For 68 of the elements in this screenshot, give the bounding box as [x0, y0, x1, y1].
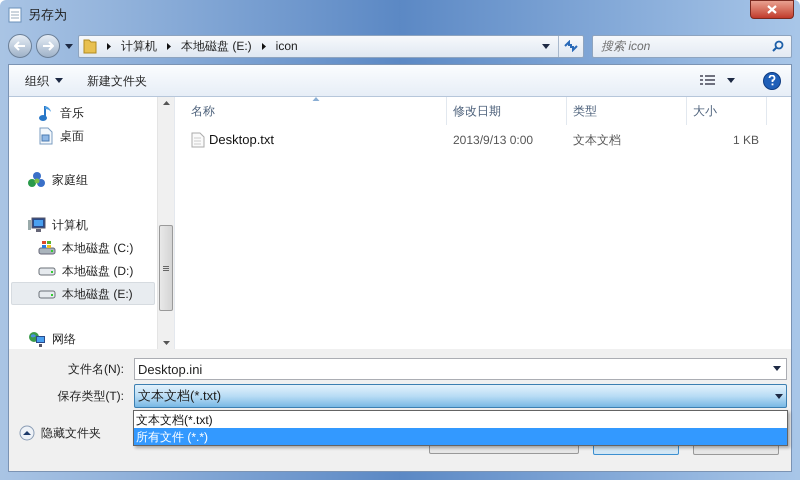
close-icon [767, 4, 777, 14]
save-type-dropdown[interactable]: 文本文档(*.txt) [134, 384, 787, 408]
dropdown-caret-icon [773, 366, 781, 371]
file-name-field[interactable]: Desktop.ini [134, 358, 787, 380]
help-button[interactable] [763, 72, 781, 90]
folder-icon [83, 38, 97, 54]
sidebar-item[interactable]: 音乐 [11, 101, 155, 124]
file-type: 文本文档 [572, 132, 622, 149]
notepad-icon [8, 7, 22, 23]
dropdown-caret-icon [775, 394, 783, 398]
breadcrumb-item[interactable]: 本地磁盘 (E:) [181, 37, 252, 55]
dropdown-option[interactable]: 文本文档(*.txt) [134, 411, 787, 428]
left-arrow-icon [14, 41, 26, 51]
drive-icon [38, 288, 56, 298]
document-icon [38, 126, 54, 144]
sidebar-item[interactable]: 本地磁盘 (E:) [11, 282, 155, 305]
close-button[interactable] [750, 0, 794, 18]
chevron-icon [262, 42, 266, 50]
collapse-icon [19, 425, 35, 441]
sidebar-item[interactable]: 本地磁盘 (C:) [11, 236, 155, 259]
breadcrumb-item[interactable]: 计算机 [121, 37, 157, 55]
grip-icon [163, 266, 169, 270]
breadcrumb-item[interactable]: icon [276, 37, 298, 55]
forward-button[interactable] [36, 34, 60, 58]
sidebar-item[interactable]: 家庭组 [11, 168, 155, 191]
new-folder-button[interactable]: 新建文件夹 [75, 68, 159, 92]
sidebar-item[interactable]: 网络 [11, 327, 155, 350]
column-header[interactable]: 类型 [567, 97, 687, 125]
right-arrow-icon [42, 41, 54, 51]
sidebar-item[interactable]: 本地磁盘 (D:) [11, 259, 155, 282]
chevron-icon [107, 42, 111, 50]
column-header[interactable]: 名称 [185, 97, 447, 125]
file-row[interactable]: Desktop.txt 2013/9/13 0:00 文本文档 1 KB [185, 129, 791, 151]
file-size: 1 KB [732, 132, 760, 149]
column-header[interactable]: 大小 [687, 97, 767, 125]
file-name: Desktop.txt [209, 131, 274, 150]
scroll-up-icon [162, 101, 170, 105]
system-drive-icon [38, 240, 56, 256]
modified-date: 2013/9/13 0:00 [452, 132, 534, 149]
chevron-icon [167, 42, 171, 50]
window-title: 另存为 [28, 6, 67, 24]
scrollbar[interactable] [157, 97, 174, 349]
caret-icon [727, 78, 735, 83]
sidebar-item[interactable]: 桌面 [11, 124, 155, 147]
sort-arrow-icon [312, 97, 319, 101]
address-bar[interactable]: 计算机 本地磁盘 (E:) icon [78, 34, 584, 58]
refresh-icon [564, 40, 578, 52]
list-view-icon [700, 74, 715, 86]
search-field[interactable]: 搜索 icon [592, 34, 792, 58]
column-header[interactable]: 修改日期 [447, 97, 567, 125]
scroll-down-icon [162, 341, 170, 345]
search-icon [772, 40, 784, 52]
organize-menu[interactable]: 组织 [17, 68, 71, 92]
back-button[interactable] [8, 34, 32, 58]
dropdown-caret-icon [542, 44, 550, 48]
caret-icon [55, 78, 63, 83]
homegroup-icon [28, 170, 46, 188]
drive-icon [38, 266, 56, 276]
hide-folders-button[interactable]: 隐藏文件夹 [19, 424, 101, 442]
text-file-icon [191, 132, 205, 148]
scrollbar-thumb[interactable] [159, 225, 173, 311]
file-name-label: 文件名(N): [67, 361, 125, 378]
sidebar-item[interactable]: 计算机 [11, 213, 155, 236]
computer-icon [28, 216, 46, 232]
caret-icon [65, 44, 73, 48]
network-icon [28, 330, 46, 348]
save-type-label: 保存类型(T): [56, 388, 125, 405]
question-mark-icon [768, 75, 776, 86]
